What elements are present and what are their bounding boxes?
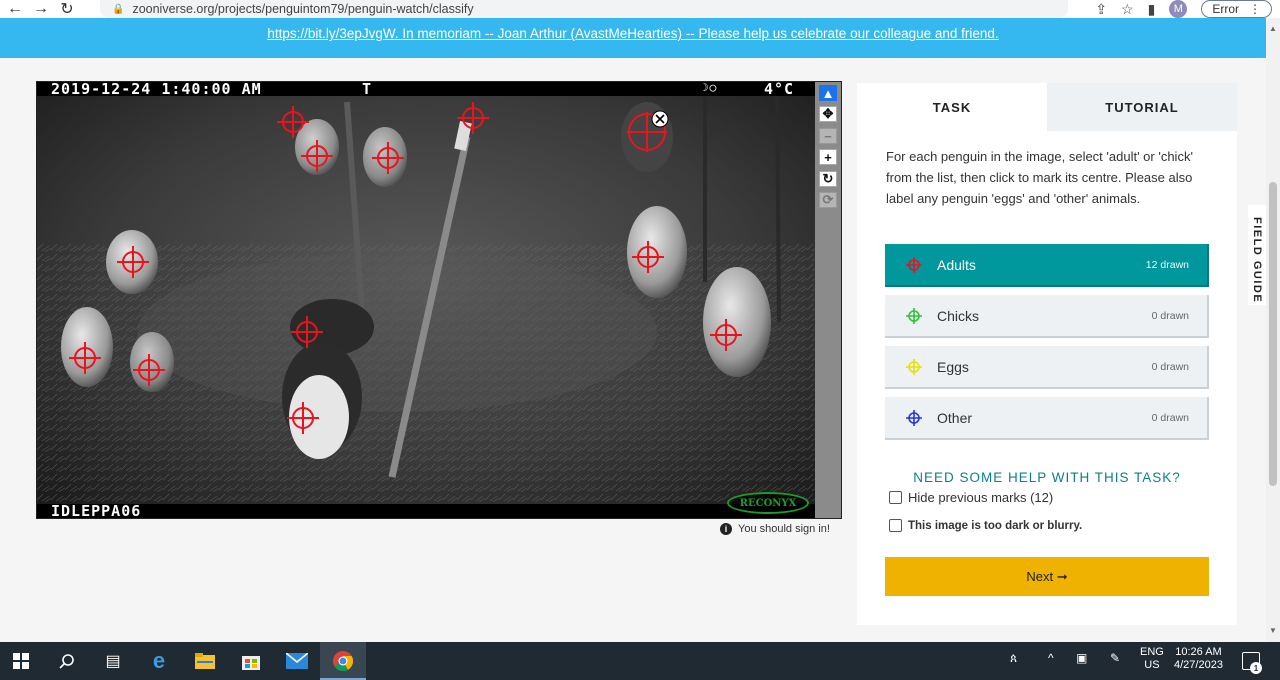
penguin-9 xyxy=(703,267,771,377)
store-icon[interactable] xyxy=(238,648,264,674)
too-dark-row[interactable]: This image is too dark or blurry. xyxy=(889,519,1082,532)
url-text: zooniverse.org/projects/penguintom79/pen… xyxy=(132,2,474,16)
zoom-in-icon[interactable]: + xyxy=(819,149,837,165)
profile-avatar[interactable]: M xyxy=(1169,0,1188,18)
back-icon[interactable]: ← xyxy=(4,0,26,18)
reload-icon[interactable]: ↻ xyxy=(56,0,78,18)
reconyx-logo: RECONYX xyxy=(727,492,809,514)
hide-marks-checkbox[interactable] xyxy=(889,491,902,504)
tool-eggs-button[interactable]: Eggs 0 drawn xyxy=(885,346,1209,389)
rotate-icon[interactable]: ↻ xyxy=(819,171,837,187)
security-shield-icon[interactable]: ▣ xyxy=(1076,651,1087,665)
pan-move-icon[interactable]: ✥ xyxy=(819,106,837,122)
language-top: ENG xyxy=(1140,646,1164,658)
tab-tutorial[interactable]: TUTORIAL xyxy=(1047,83,1237,131)
scroll-thumb[interactable] xyxy=(1269,182,1277,486)
banner-end: . xyxy=(994,26,999,41)
pen-icon[interactable]: ✎ xyxy=(1110,651,1120,665)
announcement-banner: https://bit.ly/3epJvgW. In memoriam -- J… xyxy=(0,18,1266,58)
camera-footer-strip xyxy=(37,504,815,518)
file-explorer-icon[interactable] xyxy=(192,648,218,674)
search-icon[interactable] xyxy=(54,648,80,674)
chevron-up-icon[interactable]: ^ xyxy=(1048,651,1054,665)
sign-in-notice: i You should sign in! xyxy=(720,523,830,535)
notification-count: 1 xyxy=(1250,662,1262,674)
address-bar[interactable]: 🔒 zooniverse.org/projects/penguintom79/p… xyxy=(100,0,1068,18)
language-indicator[interactable]: ENG US xyxy=(1140,646,1164,672)
lock-icon: 🔒 xyxy=(112,3,125,15)
tool-adults-button[interactable]: Adults 12 drawn xyxy=(885,244,1209,287)
nest-mound xyxy=(137,252,657,412)
windows-taskbar: ▤ e ጰ ^ ▣ ✎ ENG US 10:26 AM 4/27/2023 1 xyxy=(0,642,1280,680)
clock-date: 4/27/2023 xyxy=(1174,659,1223,671)
field-guide-tab[interactable]: FIELD GUIDE xyxy=(1248,205,1266,305)
chrome-icon[interactable] xyxy=(330,648,356,674)
hide-marks-label[interactable]: Hide previous marks (12) xyxy=(908,490,1053,505)
clock[interactable]: 10:26 AM 4/27/2023 xyxy=(1174,646,1223,672)
task-view-icon[interactable]: ▤ xyxy=(100,648,126,674)
scroll-up-icon[interactable]: ▲ xyxy=(1269,24,1277,33)
error-button[interactable]: Error ⋮ xyxy=(1201,0,1272,18)
task-help-link[interactable]: NEED SOME HELP WITH THIS TASK? xyxy=(857,470,1237,485)
task-panel: TASK TUTORIAL For each penguin in the im… xyxy=(857,83,1237,625)
tool-other-button[interactable]: Other 0 drawn xyxy=(885,397,1209,440)
hide-marks-row[interactable]: Hide previous marks (12) xyxy=(889,490,1053,505)
banner-link[interactable]: https://bit.ly/3epJvgW xyxy=(267,26,395,41)
crosshair-icon xyxy=(906,358,922,375)
clock-time: 10:26 AM xyxy=(1175,646,1222,658)
too-dark-checkbox[interactable] xyxy=(889,519,902,532)
field-guide-label: FIELD GUIDE xyxy=(1251,217,1263,304)
crosshair-icon xyxy=(906,307,922,324)
forward-icon[interactable]: → xyxy=(30,0,52,18)
moon-phase-icon: ☽◯ xyxy=(702,81,718,94)
pole-far-right xyxy=(775,82,781,323)
camera-marker: T xyxy=(362,81,373,98)
crosshair-icon xyxy=(906,256,922,273)
windows-start-icon[interactable] xyxy=(8,648,34,674)
penguin-2 xyxy=(61,307,113,387)
tool-other-count: 0 drawn xyxy=(1151,411,1189,424)
bookmark-star-icon[interactable]: ☆ xyxy=(1121,1,1134,18)
tool-other-label: Other xyxy=(937,409,973,426)
next-button[interactable]: Next ➞ xyxy=(885,557,1209,596)
zoom-out-icon[interactable]: − xyxy=(819,128,837,144)
camera-timestamp: 2019-12-24 1:40:00 AM xyxy=(51,81,262,98)
viewer-toolbar: ▲ ✥ − + ↻ ⟳ xyxy=(815,82,841,518)
scroll-down-icon[interactable]: ▼ xyxy=(1269,626,1277,635)
tab-task[interactable]: TASK xyxy=(857,83,1047,131)
task-instructions: For each penguin in the image, select 'a… xyxy=(886,149,1193,206)
edge-browser-icon[interactable]: e xyxy=(146,648,172,674)
banner-text: https://bit.ly/3epJvgW. In memoriam -- J… xyxy=(267,26,998,41)
tool-adults-count: 12 drawn xyxy=(1145,258,1189,271)
sign-in-text[interactable]: You should sign in! xyxy=(738,523,830,535)
tool-eggs-count: 0 drawn xyxy=(1151,360,1189,373)
error-label: Error xyxy=(1212,2,1239,16)
too-dark-label[interactable]: This image is too dark or blurry. xyxy=(908,520,1082,532)
annotate-pointer-icon[interactable]: ▲ xyxy=(819,85,837,101)
mail-icon[interactable] xyxy=(284,648,310,674)
people-icon[interactable]: ጰ xyxy=(1010,651,1017,666)
browser-actions: ⇪ ☆ ▮ M Error ⋮ xyxy=(1095,0,1272,18)
tool-eggs-label: Eggs xyxy=(937,358,969,375)
crosshair-icon xyxy=(906,409,922,426)
tool-chicks-label: Chicks xyxy=(937,307,980,324)
page-scrollbar[interactable]: ▲ ▼ xyxy=(1266,18,1280,642)
language-bottom: US xyxy=(1144,659,1160,671)
task-tabs: TASK TUTORIAL xyxy=(857,83,1237,131)
banner-memoriam-link[interactable]: In memoriam -- Joan Arthur (AvastMeHeart… xyxy=(402,26,995,41)
penguin-3 xyxy=(130,332,174,392)
kebab-menu-icon: ⋮ xyxy=(1249,2,1261,16)
tool-chicks-count: 0 drawn xyxy=(1151,309,1189,322)
info-icon: i xyxy=(720,523,732,535)
camera-temperature: 4°C xyxy=(764,81,795,98)
side-panel-icon[interactable]: ▮ xyxy=(1148,1,1156,18)
reset-icon[interactable]: ⟳ xyxy=(819,192,837,208)
camera-id: IDLEPPA06 xyxy=(51,502,142,519)
subject-viewer[interactable]: 2019-12-24 1:40:00 AM T ☽◯ 4°C IDLEPPA06… xyxy=(36,81,842,519)
share-icon[interactable]: ⇪ xyxy=(1095,1,1107,18)
subject-image[interactable] xyxy=(37,82,815,518)
tool-chicks-button[interactable]: Chicks 0 drawn xyxy=(885,295,1209,338)
tool-adults-label: Adults xyxy=(937,256,976,273)
delete-mark-icon[interactable] xyxy=(651,110,669,128)
